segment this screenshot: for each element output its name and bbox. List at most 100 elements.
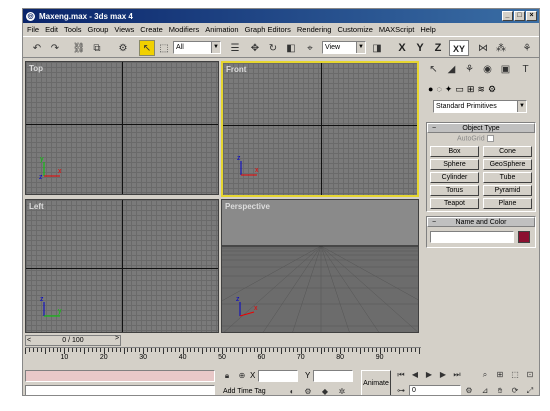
cylinder-button[interactable]: Cylinder: [430, 172, 479, 183]
time-slider[interactable]: < 0 / 100: [25, 335, 121, 346]
menu-help[interactable]: Help: [420, 25, 435, 34]
torus-button[interactable]: Torus: [430, 185, 479, 196]
object-color-swatch[interactable]: [518, 231, 530, 243]
motion-tab-icon[interactable]: ◉: [480, 62, 495, 77]
box-button[interactable]: Box: [430, 146, 479, 157]
reference-coord-dropdown[interactable]: View ▼: [322, 41, 366, 54]
slider-prev-icon[interactable]: <: [27, 336, 31, 345]
select-scale-icon[interactable]: ◧: [283, 40, 299, 56]
helpers-icon[interactable]: ⊞: [467, 84, 475, 95]
viewport-perspective[interactable]: Perspective z x: [221, 199, 419, 333]
go-to-end-icon[interactable]: ⏭: [451, 369, 463, 381]
menu-group[interactable]: Group: [88, 25, 109, 34]
zoom-extents-all-icon[interactable]: ⊡: [524, 369, 536, 381]
primitive-category-dropdown[interactable]: Standard Primitives ▼: [433, 100, 527, 113]
y-coord-input[interactable]: [313, 370, 353, 382]
systems-icon[interactable]: ⚙: [488, 84, 496, 95]
add-time-tag-button[interactable]: Add Time Tag: [221, 386, 271, 395]
absolute-mode-icon[interactable]: ⊕: [236, 370, 248, 382]
menu-modifiers[interactable]: Modifiers: [169, 25, 199, 34]
pan-icon[interactable]: ✋︎: [494, 385, 506, 395]
field-of-view-icon[interactable]: ⊿: [479, 385, 491, 395]
select-rotate-icon[interactable]: ↻: [265, 40, 281, 56]
selection-filter-dropdown[interactable]: All ▼: [173, 41, 221, 54]
lock-selection-icon[interactable]: 🔒︎: [221, 370, 233, 382]
undo-icon[interactable]: ↶: [29, 40, 45, 56]
select-object-icon[interactable]: ↖: [139, 40, 155, 56]
cone-button[interactable]: Cone: [483, 146, 532, 157]
object-type-header[interactable]: − Object Type: [427, 123, 535, 133]
sphere-button[interactable]: Sphere: [430, 159, 479, 170]
utilities-tab-icon[interactable]: T: [518, 62, 533, 77]
geometry-icon[interactable]: ●: [428, 84, 433, 94]
selection-region-icon[interactable]: ⬚: [157, 40, 171, 56]
menu-customize[interactable]: Customize: [337, 25, 372, 34]
menu-create[interactable]: Create: [140, 25, 163, 34]
object-name-input[interactable]: [430, 231, 514, 243]
cameras-icon[interactable]: ▭: [455, 84, 464, 95]
bind-space-warp-icon[interactable]: ⚙: [115, 40, 131, 56]
plane-button[interactable]: Plane: [483, 198, 532, 209]
key-mode-icon[interactable]: ⊶: [395, 385, 407, 395]
modify-tab-icon[interactable]: ◢: [444, 62, 459, 77]
unlink-icon[interactable]: ⧉: [89, 40, 105, 56]
tube-button[interactable]: Tube: [483, 172, 532, 183]
create-tab-icon[interactable]: ↖: [426, 62, 441, 77]
prompt-line[interactable]: [25, 385, 215, 395]
array-icon[interactable]: ⁂: [493, 40, 509, 56]
teapot-button[interactable]: Teapot: [430, 198, 479, 209]
next-frame-icon[interactable]: ▶: [437, 369, 449, 381]
crossing-selection-icon[interactable]: ⚙: [302, 386, 314, 395]
name-color-header[interactable]: − Name and Color: [427, 217, 535, 227]
previous-frame-icon[interactable]: ◀: [409, 369, 421, 381]
slider-next-icon[interactable]: >: [115, 335, 119, 342]
menu-file[interactable]: File: [27, 25, 39, 34]
viewport-top[interactable]: Top y x z: [25, 61, 219, 195]
redo-icon[interactable]: ↷: [47, 40, 63, 56]
x-coord-input[interactable]: [258, 370, 298, 382]
arc-rotate-icon[interactable]: ⟳: [509, 385, 521, 395]
axis-z-button[interactable]: Z: [431, 40, 445, 56]
display-tab-icon[interactable]: ▣: [498, 62, 513, 77]
maxscript-listener-input[interactable]: [25, 370, 215, 382]
select-by-name-icon[interactable]: ☰: [227, 40, 243, 56]
maximize-viewport-icon[interactable]: ⤢: [524, 385, 536, 395]
snaps-toggle-icon[interactable]: ✲: [336, 386, 348, 395]
select-link-icon[interactable]: ⛓: [71, 40, 87, 56]
animate-button[interactable]: Animate: [361, 370, 391, 395]
go-to-start-icon[interactable]: ⏮: [395, 369, 407, 381]
shapes-icon[interactable]: ◌: [436, 84, 441, 94]
time-ruler[interactable]: 10 20 30 40 50 60 70 80 90: [25, 347, 421, 365]
axis-xy-button[interactable]: XY: [449, 40, 469, 56]
menu-maxscript[interactable]: MAXScript: [379, 25, 414, 34]
select-move-icon[interactable]: ✥: [247, 40, 263, 56]
hierarchy-tab-icon[interactable]: ⚘: [462, 62, 477, 77]
menu-edit[interactable]: Edit: [45, 25, 58, 34]
menu-graph-editors[interactable]: Graph Editors: [245, 25, 291, 34]
snap-icon[interactable]: ⌖: [302, 40, 318, 56]
time-config-icon[interactable]: ⚙: [463, 385, 475, 395]
viewport-label-front[interactable]: Front: [226, 65, 246, 74]
viewport-label-perspective[interactable]: Perspective: [225, 202, 270, 211]
pyramid-button[interactable]: Pyramid: [483, 185, 532, 196]
degradation-override-icon[interactable]: ◐: [286, 386, 298, 395]
axis-y-button[interactable]: Y: [413, 40, 427, 56]
window-selection-icon[interactable]: ◆: [319, 386, 331, 395]
mirror-icon[interactable]: ⋈: [475, 40, 491, 56]
geosphere-button[interactable]: GeoSphere: [483, 159, 532, 170]
menu-views[interactable]: Views: [114, 25, 134, 34]
close-button[interactable]: ×: [526, 11, 537, 21]
zoom-all-icon[interactable]: ⊞: [494, 369, 506, 381]
more-tools-icon[interactable]: ⚘: [519, 40, 535, 56]
viewport-front[interactable]: Front z x: [221, 61, 419, 197]
menu-rendering[interactable]: Rendering: [297, 25, 332, 34]
menu-animation[interactable]: Animation: [205, 25, 238, 34]
current-frame-input[interactable]: 0: [409, 385, 461, 395]
space-warps-icon[interactable]: ≋: [477, 84, 485, 95]
lights-icon[interactable]: ✦: [445, 84, 453, 95]
pivot-center-icon[interactable]: ◨: [369, 40, 385, 56]
zoom-extents-icon[interactable]: ⬚: [509, 369, 521, 381]
viewport-label-left[interactable]: Left: [29, 202, 44, 211]
maximize-button[interactable]: □: [514, 11, 525, 21]
play-icon[interactable]: ▶: [423, 369, 435, 381]
